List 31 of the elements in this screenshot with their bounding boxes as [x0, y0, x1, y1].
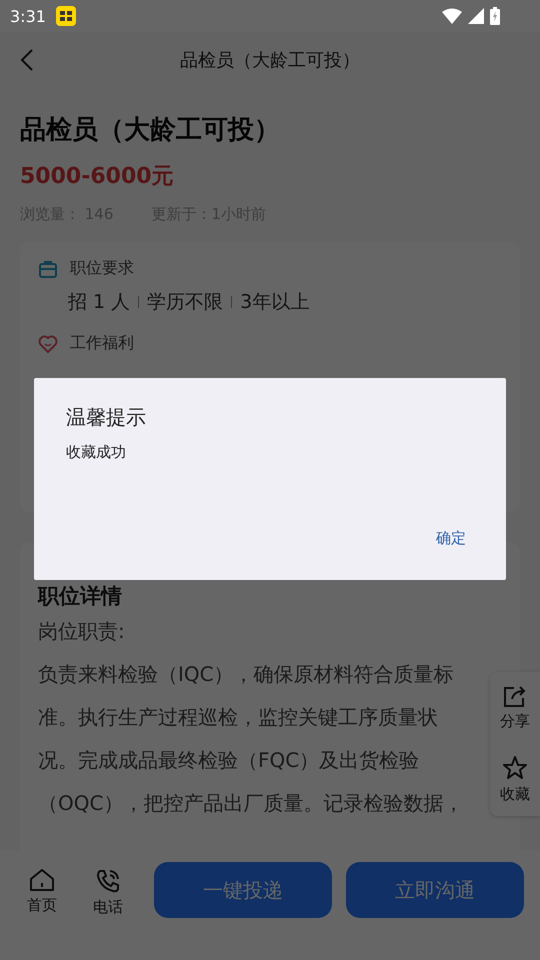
battery-icon [490, 7, 500, 25]
action-button[interactable]: 一键投递 [154, 862, 332, 918]
requirement-tag: 3年以上 [240, 289, 310, 315]
confirm-button[interactable]: 确定 [428, 525, 474, 552]
phone-icon[interactable] [95, 868, 121, 894]
star-icon[interactable] [502, 755, 528, 781]
dialog-title: 温馨提示 [66, 404, 147, 431]
page-title: 品检员（大龄工可投） [180, 49, 360, 72]
requirement-tag: 学历不限 [147, 289, 224, 315]
section-heading: 职位要求 [70, 258, 134, 279]
dialog-message: 收藏成功 [66, 443, 127, 462]
side-action-label[interactable]: 分享 [500, 712, 530, 731]
status-time: 3:31 [10, 6, 46, 26]
back-icon[interactable] [20, 48, 34, 72]
section-heading: 工作福利 [70, 333, 134, 354]
nav-label[interactable]: 首页 [27, 896, 57, 915]
side-action-label[interactable]: 收藏 [500, 785, 530, 804]
salary: 5000-6000元 [20, 163, 175, 191]
description-text: 负责来料检验（IQC），确保原材料符合质量标准。执行生产过程巡检，监控关键工序质量状况。完成成品最终检验（FQC）及出货检验（OQC），把控产品出厂质量。记录检验数据， [38, 661, 464, 817]
home-icon[interactable] [29, 868, 55, 892]
job-title: 品检员（大龄工可投） [20, 114, 281, 147]
nav-label[interactable]: 电话 [93, 898, 123, 917]
share-icon[interactable] [502, 684, 528, 708]
requirement-tag: 招 1 人 [68, 289, 130, 315]
details-heading: 职位详情 [38, 583, 123, 610]
signal-icon [468, 8, 484, 24]
action-button[interactable]: 立即沟通 [346, 862, 524, 918]
briefcase-icon [38, 258, 58, 278]
description-text: 岗位职责: [38, 618, 126, 645]
wifi-icon [442, 8, 462, 24]
heart-icon [38, 334, 58, 354]
